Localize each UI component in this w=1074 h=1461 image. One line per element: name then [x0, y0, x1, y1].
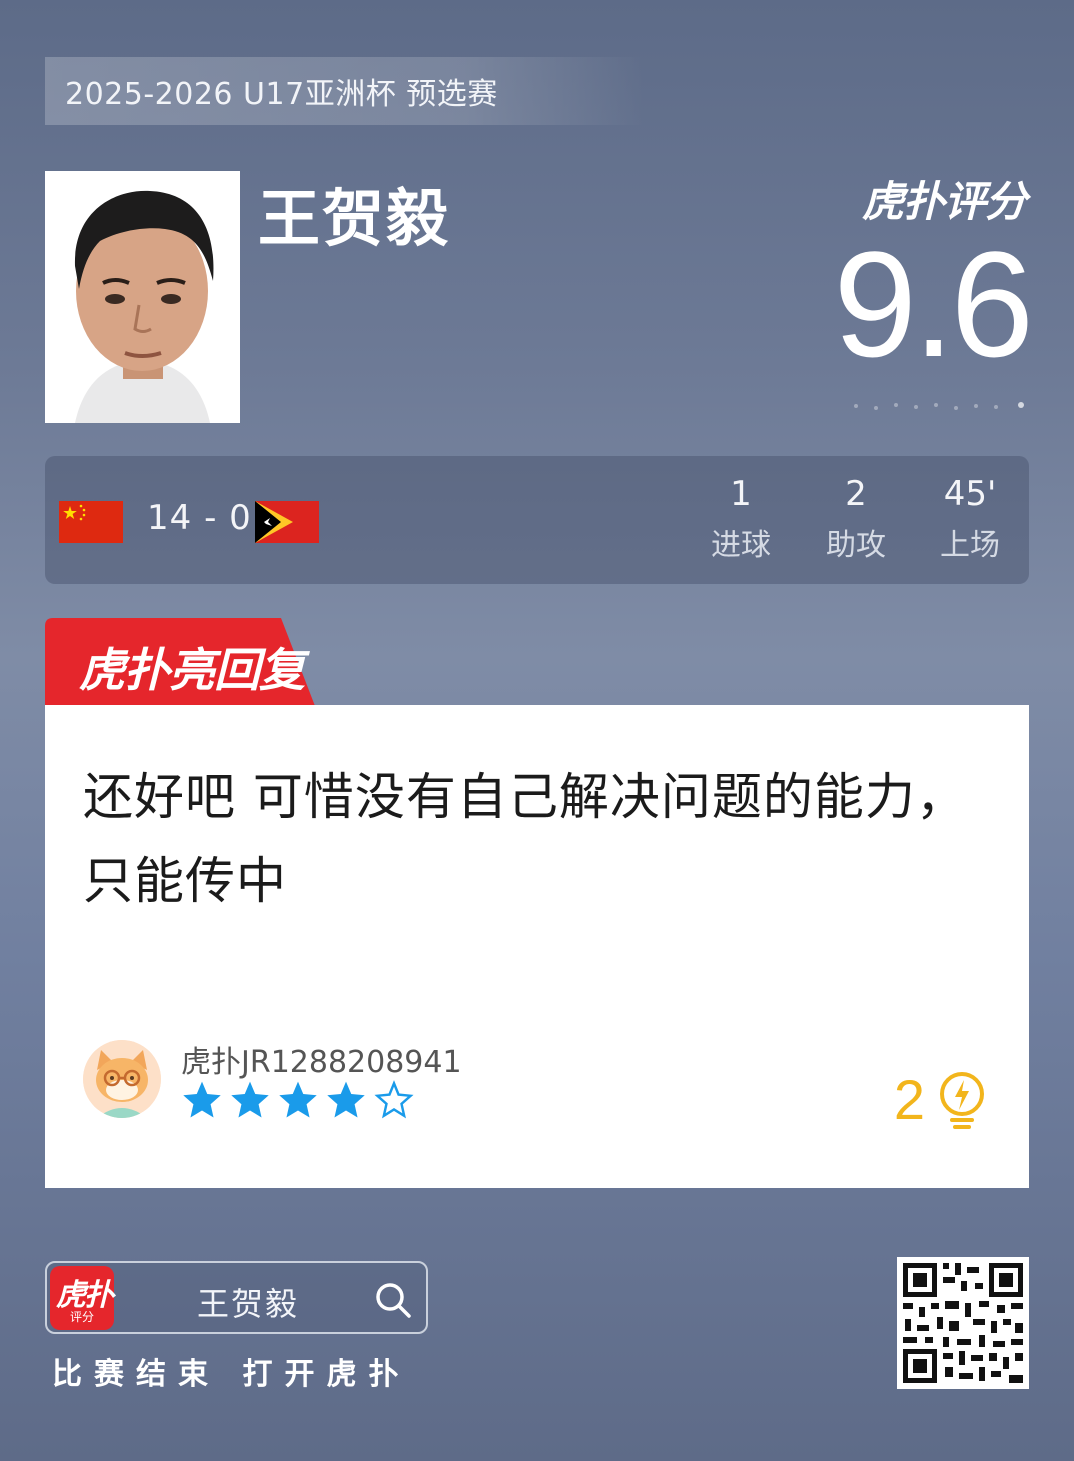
star-filled-icon	[279, 1081, 317, 1118]
search-query: 王贺毅	[197, 1285, 300, 1323]
stat-value: 45'	[943, 474, 997, 514]
comment-card: 还好吧 可惜没有自己解决问题的能力，只能传中 虎扑JR1288208941 2	[45, 705, 1029, 1188]
stat-label: 上场	[940, 528, 1000, 563]
user-rating-stars	[181, 1079, 415, 1121]
star-filled-icon	[231, 1081, 269, 1118]
star-filled-icon	[183, 1081, 221, 1118]
hot-reply-label: 虎扑亮回复	[79, 643, 305, 697]
search-icon	[376, 1283, 411, 1318]
app-icon-subtitle: 评分	[69, 1310, 94, 1324]
search-bar[interactable]: 虎扑 评分 王贺毅	[45, 1261, 428, 1334]
stat-assists: 2 助攻	[801, 474, 911, 564]
match-panel: 14 - 0 1 进球 2 助攻 45' 上场	[45, 456, 1029, 584]
player-name: 王贺毅	[258, 182, 451, 255]
username[interactable]: 虎扑JR1288208941	[181, 1037, 462, 1081]
hupu-app-icon: 虎扑 评分	[50, 1266, 114, 1330]
stat-goals: 1 进球	[686, 474, 796, 564]
stat-value: 1	[730, 474, 752, 514]
like-count-group[interactable]: 2	[894, 1067, 987, 1132]
like-count: 2	[893, 1068, 925, 1131]
star-empty-icon	[374, 1080, 414, 1119]
comment-text: 还好吧 可惜没有自己解决问题的能力，只能传中	[83, 768, 967, 910]
qr-code-icon	[897, 1257, 1029, 1389]
hot-reply-tab: 虎扑亮回复	[45, 618, 315, 706]
call-to-action: 比赛结束 打开虎扑	[52, 1357, 411, 1392]
decorative-dots	[854, 402, 1024, 410]
timor-leste-flag-icon	[255, 501, 319, 543]
stat-label: 进球	[711, 528, 771, 563]
lightbulb-icon	[940, 1071, 984, 1129]
league-banner: 2025-2026 U17亚洲杯 预选赛	[45, 57, 645, 125]
china-flag-icon	[59, 501, 123, 543]
player-photo	[45, 171, 240, 423]
stat-value: 2	[845, 474, 867, 514]
rating-value: 9.6	[833, 220, 1034, 388]
star-filled-icon	[327, 1081, 365, 1118]
user-avatar[interactable]	[83, 1040, 161, 1118]
match-score: 14 - 0	[147, 498, 252, 538]
stat-minutes-played: 45' 上场	[915, 474, 1025, 564]
stat-label: 助攻	[826, 528, 886, 563]
